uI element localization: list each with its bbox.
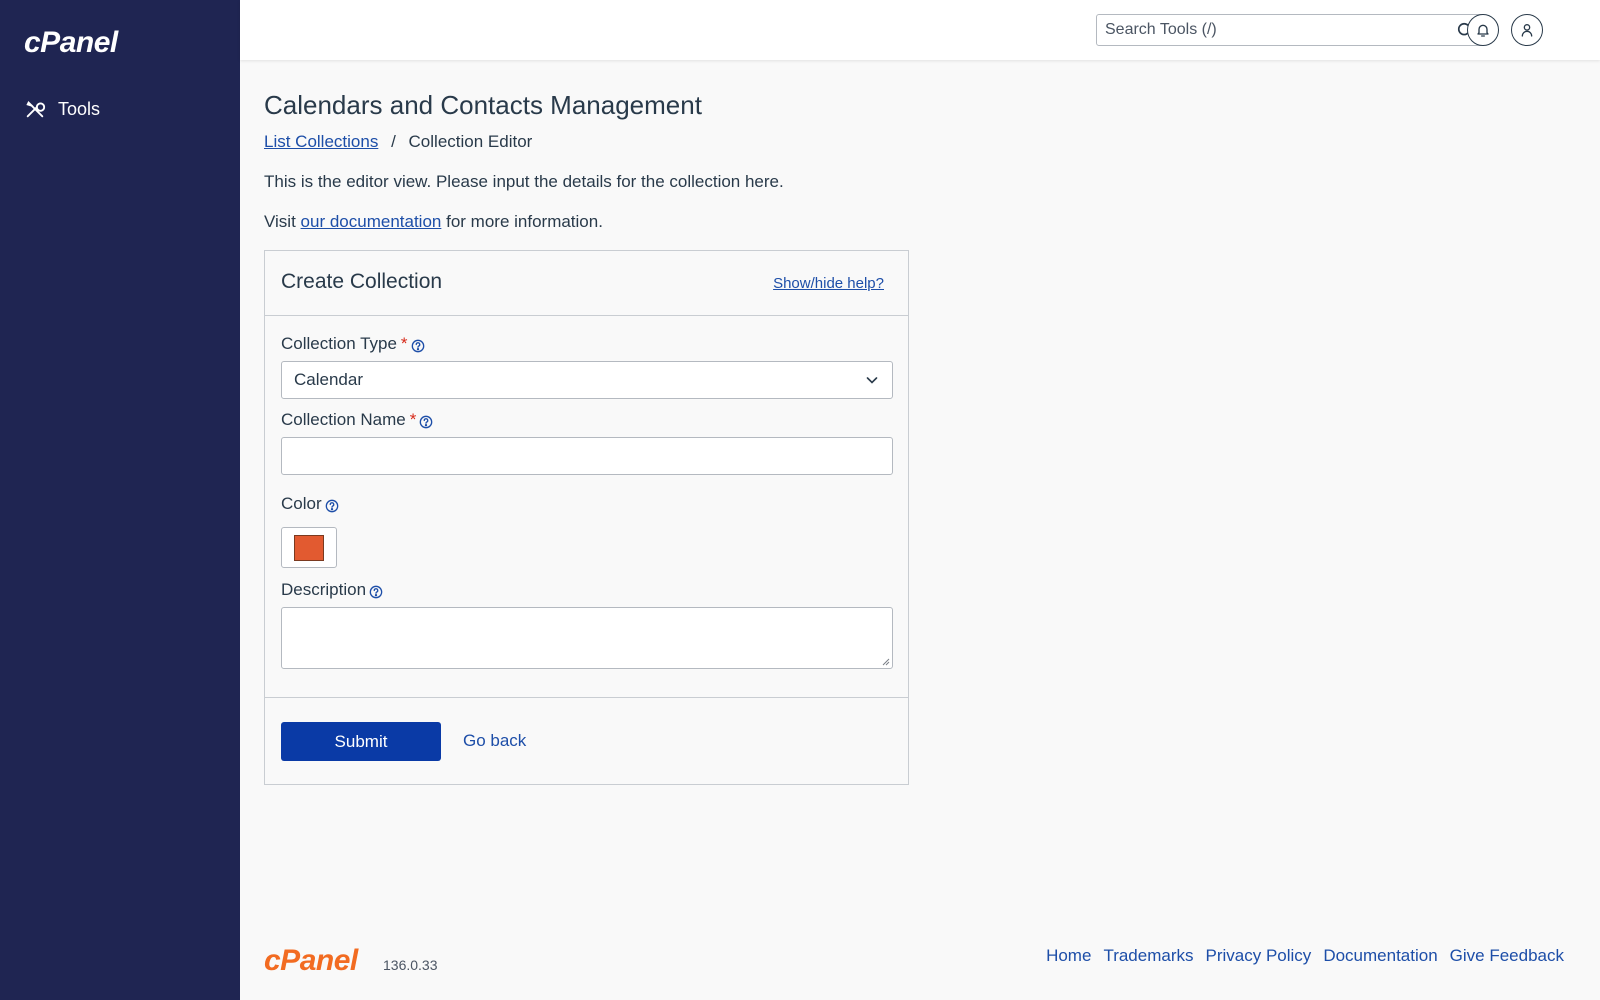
- collection-type-label-text: Collection Type: [281, 334, 397, 353]
- description-label: Description: [281, 580, 383, 600]
- collection-type-value: Calendar: [294, 370, 363, 389]
- breadcrumb: List Collections / Collection Editor: [264, 132, 532, 152]
- help-icon[interactable]: [325, 499, 339, 513]
- color-picker-button[interactable]: [281, 527, 337, 568]
- intro-text: This is the editor view. Please input th…: [264, 172, 784, 191]
- resize-grip-icon[interactable]: [882, 658, 890, 666]
- footer-link-home[interactable]: Home: [1046, 946, 1091, 966]
- color-swatch: [294, 534, 324, 561]
- visit-suffix: for more information.: [446, 212, 603, 231]
- search-box[interactable]: [1096, 14, 1484, 46]
- color-label: Color: [281, 494, 339, 514]
- footer-links: Home Trademarks Privacy Policy Documenta…: [1046, 946, 1564, 966]
- footer-link-privacy-policy[interactable]: Privacy Policy: [1206, 946, 1312, 966]
- card-title: Create Collection: [281, 270, 443, 293]
- page-title: Calendars and Contacts Management: [264, 90, 702, 120]
- breadcrumb-current: Collection Editor: [408, 132, 533, 151]
- cpanel-logo[interactable]: cPanel: [24, 26, 118, 60]
- user-menu-button[interactable]: [1511, 14, 1543, 46]
- breadcrumb-separator: /: [391, 132, 396, 151]
- color-label-text: Color: [281, 494, 322, 513]
- breadcrumb-list-collections-link[interactable]: List Collections: [264, 132, 378, 151]
- sidebar-item-tools[interactable]: Tools: [24, 94, 100, 124]
- user-icon: [1521, 24, 1533, 37]
- description-textarea[interactable]: [281, 607, 893, 669]
- chevron-down-icon: [866, 377, 878, 384]
- submit-button[interactable]: Submit: [281, 722, 441, 761]
- sidebar: cPanel Tools: [0, 0, 240, 1000]
- footer-cpanel-logo[interactable]: cPanel: [264, 944, 358, 978]
- help-icon[interactable]: [369, 585, 383, 599]
- help-icon[interactable]: [419, 415, 433, 429]
- help-icon[interactable]: [411, 339, 425, 353]
- collection-type-label: Collection Type *: [281, 334, 425, 354]
- visit-text: Visit our documentation for more informa…: [264, 212, 603, 232]
- tools-icon: [26, 101, 46, 118]
- card-footer: Submit Go back: [265, 698, 908, 784]
- sidebar-item-label: Tools: [58, 98, 101, 119]
- create-collection-card: Create Collection Show/hide help? Collec…: [264, 250, 909, 785]
- required-mark: *: [400, 334, 408, 353]
- notifications-button[interactable]: [1467, 14, 1499, 46]
- footer-link-give-feedback[interactable]: Give Feedback: [1450, 946, 1564, 966]
- search-input[interactable]: [1097, 15, 1455, 45]
- collection-name-input[interactable]: [281, 437, 893, 475]
- visit-prefix: Visit: [264, 212, 296, 231]
- footer-link-documentation[interactable]: Documentation: [1323, 946, 1437, 966]
- footer-version: 136.0.33: [383, 957, 438, 973]
- collection-name-label-text: Collection Name: [281, 410, 406, 429]
- show-hide-help-link[interactable]: Show/hide help?: [773, 275, 884, 292]
- collection-type-select[interactable]: Calendar: [281, 361, 893, 399]
- top-header: [240, 0, 1600, 60]
- bell-icon: [1477, 24, 1489, 37]
- documentation-link[interactable]: our documentation: [301, 212, 442, 231]
- card-body: Collection Type * Calendar Collection Na…: [265, 316, 908, 698]
- required-mark: *: [409, 410, 417, 429]
- collection-name-label: Collection Name *: [281, 410, 433, 430]
- go-back-link[interactable]: Go back: [463, 731, 526, 751]
- description-label-text: Description: [281, 580, 367, 599]
- card-header: Create Collection Show/hide help?: [265, 251, 908, 316]
- footer-link-trademarks[interactable]: Trademarks: [1103, 946, 1193, 966]
